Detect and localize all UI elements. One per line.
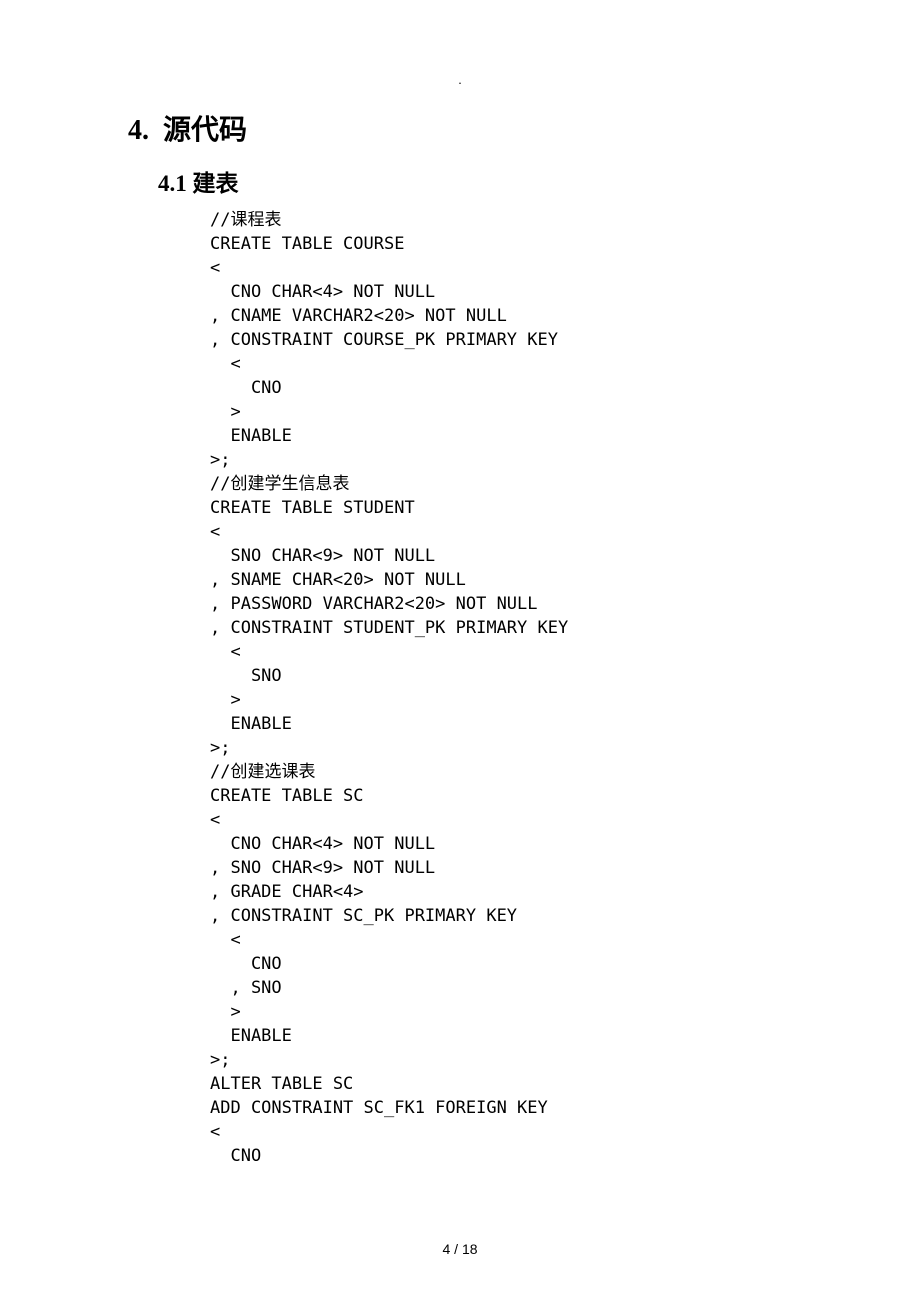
code-line: >;: [210, 448, 920, 472]
code-line: CREATE TABLE SC: [210, 784, 920, 808]
code-line: ENABLE: [210, 1024, 920, 1048]
code-line: , PASSWORD VARCHAR2<20> NOT NULL: [210, 592, 920, 616]
code-line: //课程表: [210, 208, 920, 232]
heading-2-text: 建表: [193, 171, 239, 196]
code-line: >: [210, 688, 920, 712]
document-page: . 4. 源代码 4.1 建表 //课程表CREATE TABLE COURSE…: [0, 0, 920, 1302]
code-line: , GRADE CHAR<4>: [210, 880, 920, 904]
code-line: <: [210, 256, 920, 280]
code-line: SNO CHAR<9> NOT NULL: [210, 544, 920, 568]
code-line: CNO: [210, 952, 920, 976]
code-line: , SNAME CHAR<20> NOT NULL: [210, 568, 920, 592]
code-line: <: [210, 1120, 920, 1144]
code-line: CNO CHAR<4> NOT NULL: [210, 280, 920, 304]
code-line: <: [210, 808, 920, 832]
page-number: 4 / 18: [0, 1241, 920, 1257]
code-line: , CNAME VARCHAR2<20> NOT NULL: [210, 304, 920, 328]
code-line: CNO: [210, 376, 920, 400]
code-line: <: [210, 520, 920, 544]
heading-1-text: 源代码: [163, 115, 247, 146]
heading-1-number: 4.: [128, 115, 149, 146]
code-line: , CONSTRAINT SC_PK PRIMARY KEY: [210, 904, 920, 928]
code-line: ALTER TABLE SC: [210, 1072, 920, 1096]
code-line: >;: [210, 1048, 920, 1072]
header-mark: .: [458, 72, 461, 88]
code-line: //创建学生信息表: [210, 472, 920, 496]
code-line: SNO: [210, 664, 920, 688]
code-line: ENABLE: [210, 424, 920, 448]
code-line: <: [210, 928, 920, 952]
code-line: CNO CHAR<4> NOT NULL: [210, 832, 920, 856]
code-line: ADD CONSTRAINT SC_FK1 FOREIGN KEY: [210, 1096, 920, 1120]
code-line: //创建选课表: [210, 760, 920, 784]
code-line: <: [210, 352, 920, 376]
code-line: CREATE TABLE STUDENT: [210, 496, 920, 520]
code-line: ENABLE: [210, 712, 920, 736]
code-line: >: [210, 400, 920, 424]
code-line: >;: [210, 736, 920, 760]
code-block: //课程表CREATE TABLE COURSE < CNO CHAR<4> N…: [210, 208, 920, 1168]
code-line: <: [210, 640, 920, 664]
heading-2-number: 4.1: [158, 171, 187, 196]
heading-1: 4. 源代码: [128, 108, 920, 148]
code-line: CREATE TABLE COURSE: [210, 232, 920, 256]
code-line: , SNO CHAR<9> NOT NULL: [210, 856, 920, 880]
code-line: , CONSTRAINT STUDENT_PK PRIMARY KEY: [210, 616, 920, 640]
code-line: >: [210, 1000, 920, 1024]
code-line: CNO: [210, 1144, 920, 1168]
code-line: , CONSTRAINT COURSE_PK PRIMARY KEY: [210, 328, 920, 352]
code-line: , SNO: [210, 976, 920, 1000]
heading-2: 4.1 建表: [158, 164, 920, 198]
